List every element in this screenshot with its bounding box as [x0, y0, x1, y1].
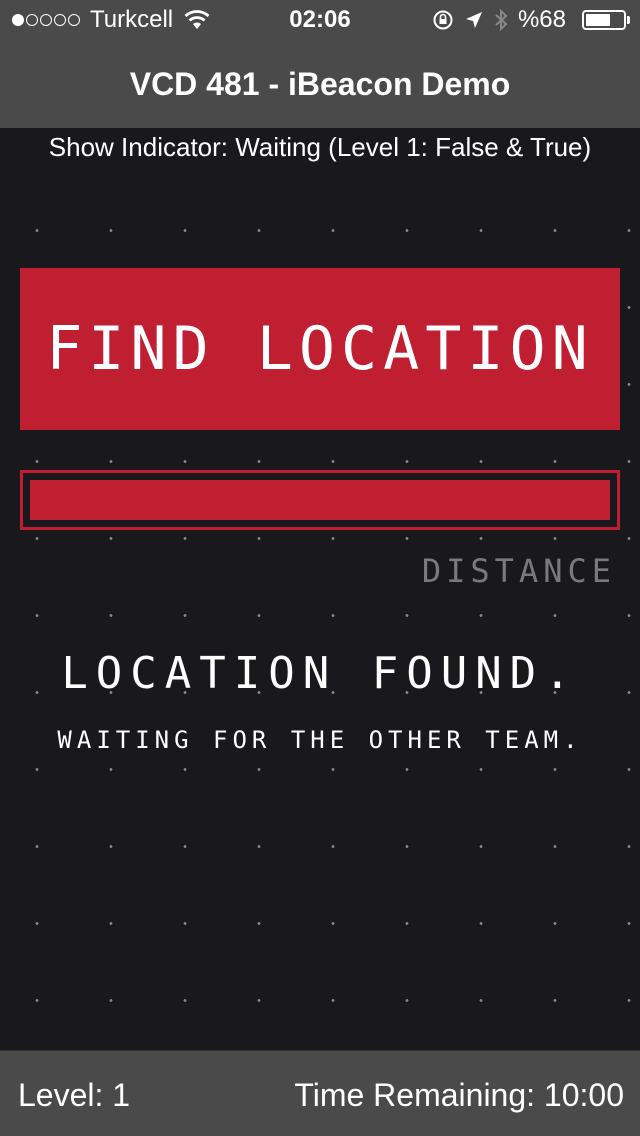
battery-icon	[576, 10, 630, 30]
level-label: Level: 1	[18, 1077, 131, 1113]
indicator-status-text: Show Indicator: Waiting (Level 1: False …	[0, 132, 640, 163]
status-right: %68	[422, 6, 630, 34]
location-arrow-icon	[464, 10, 484, 30]
battery-percent: %68	[517, 6, 566, 33]
main-content: Show Indicator: Waiting (Level 1: False …	[0, 128, 640, 1050]
distance-label: DISTANCE	[421, 552, 616, 590]
page-title: VCD 481 - iBeacon Demo	[129, 66, 511, 102]
rotation-lock-icon	[432, 9, 454, 31]
find-location-button[interactable]: FIND LOCATION	[20, 268, 620, 430]
bluetooth-icon	[494, 8, 508, 32]
distance-meter	[20, 470, 620, 530]
location-found-title: LOCATION FOUND.	[61, 648, 579, 699]
navigation-bar: VCD 481 - iBeacon Demo	[0, 40, 640, 129]
find-location-label: FIND LOCATION	[46, 314, 594, 384]
footer-bar: Level: 1 Time Remaining: 10:00	[0, 1050, 640, 1136]
waiting-message: WAITING FOR THE OTHER TEAM.	[57, 726, 583, 754]
distance-meter-fill	[30, 480, 610, 520]
time-remaining-label: Time Remaining: 10:00	[294, 1077, 624, 1113]
status-bar: Turkcell 02:06 %68	[0, 0, 640, 40]
